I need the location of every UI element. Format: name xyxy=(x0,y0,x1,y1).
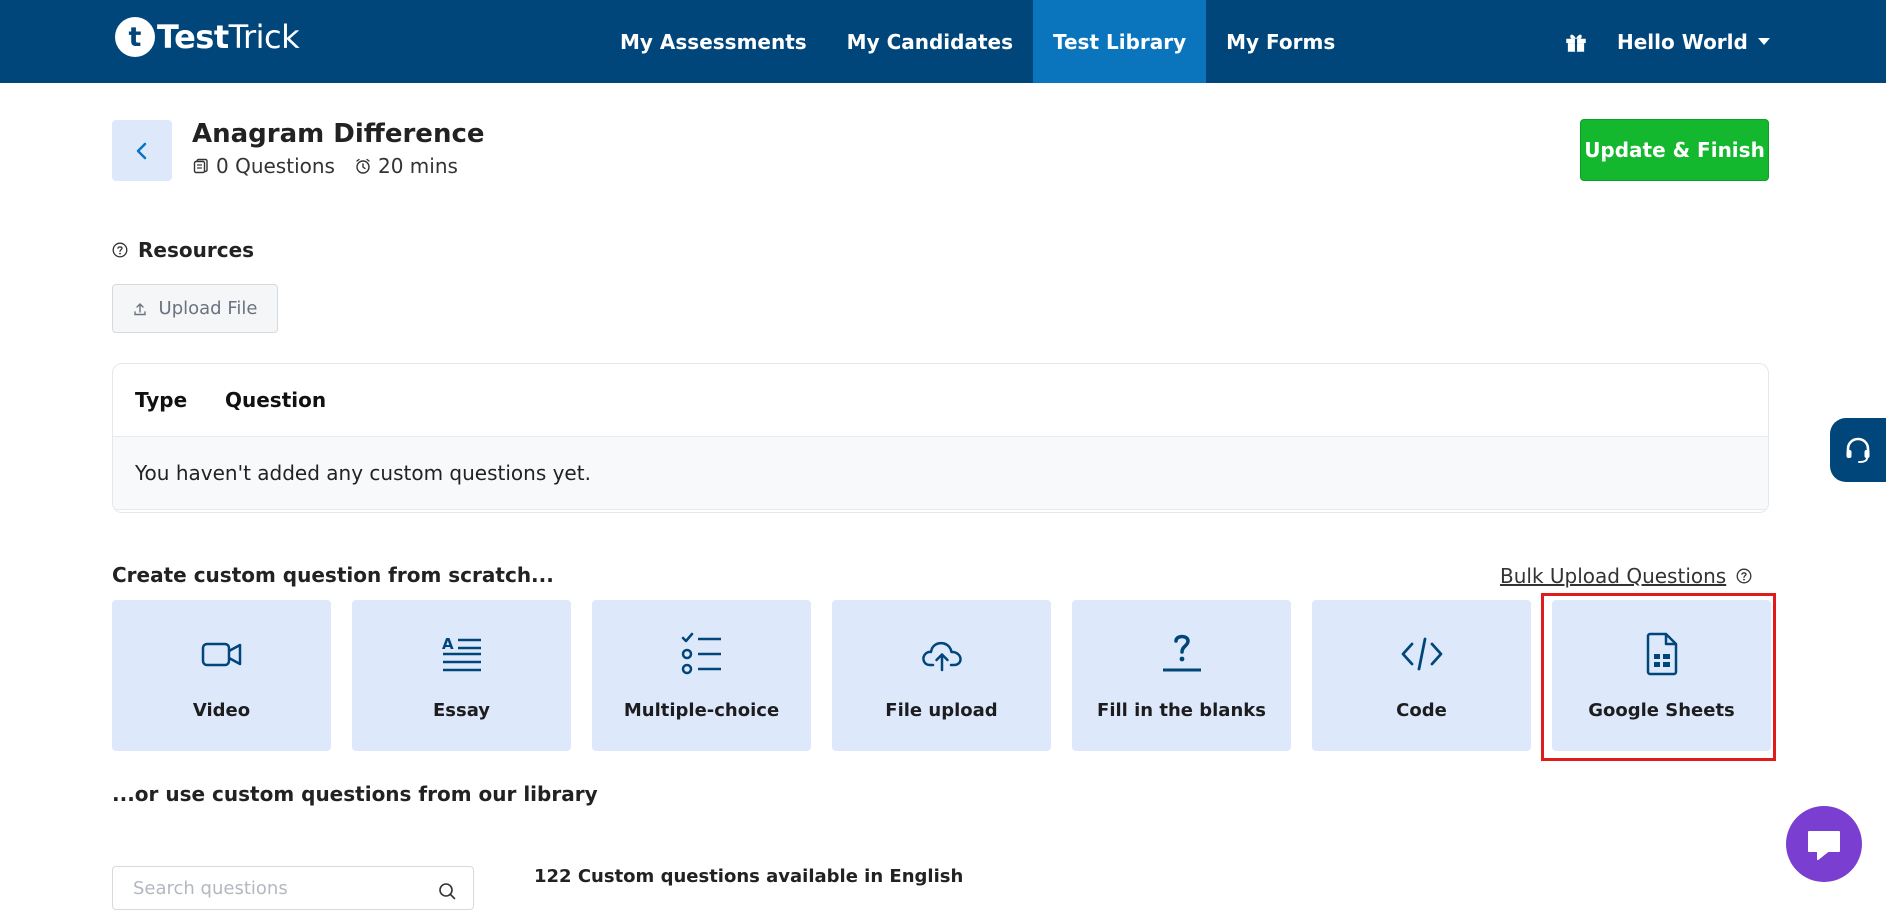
nav-right: Hello World xyxy=(1563,0,1770,83)
gift-icon[interactable] xyxy=(1563,29,1589,55)
chat-button[interactable] xyxy=(1786,806,1862,882)
essay-icon: A xyxy=(442,635,481,672)
headset-icon xyxy=(1846,437,1870,463)
column-question: Question xyxy=(225,388,327,412)
card-file-upload[interactable]: File upload xyxy=(832,600,1051,751)
user-menu[interactable]: Hello World xyxy=(1617,30,1770,54)
upload-icon xyxy=(133,302,146,315)
card-google-sheets[interactable]: Google Sheets xyxy=(1552,600,1771,751)
card-label: Google Sheets xyxy=(1588,700,1735,721)
table-header: Type Question xyxy=(113,364,1768,437)
page-title: Anagram Difference xyxy=(192,119,485,149)
resources-title: Resources xyxy=(138,238,255,262)
logo-badge: t xyxy=(115,17,155,57)
card-label: Code xyxy=(1396,700,1447,721)
card-label: File upload xyxy=(885,700,998,721)
user-name: Hello World xyxy=(1617,29,1748,54)
help-circle-icon[interactable] xyxy=(1736,568,1752,584)
card-multiple-choice[interactable]: Multiple-choice xyxy=(592,600,811,751)
empty-row: You haven't added any custom questions y… xyxy=(113,437,1768,510)
cloud-upload-icon xyxy=(921,641,962,672)
questions-table: Type Question You haven't added any cust… xyxy=(112,363,1769,513)
bulk-upload-label[interactable]: Bulk Upload Questions xyxy=(1500,564,1726,588)
upload-file-button[interactable]: Upload File xyxy=(112,284,278,333)
svg-text:A: A xyxy=(442,635,454,653)
card-video[interactable]: Video xyxy=(112,600,331,751)
multiple-choice-icon xyxy=(681,632,721,675)
upload-file-label: Upload File xyxy=(158,298,258,319)
update-finish-button[interactable]: Update & Finish xyxy=(1580,119,1769,181)
code-icon xyxy=(1401,637,1442,671)
search-questions-input[interactable] xyxy=(112,866,474,910)
test-meta: 0 Questions 20 mins xyxy=(193,154,458,178)
card-label: Essay xyxy=(432,700,491,721)
test-duration: 20 mins xyxy=(377,154,458,178)
fill-blank-icon xyxy=(1162,634,1201,672)
search-icon[interactable] xyxy=(438,882,456,900)
questions-icon xyxy=(193,158,208,174)
support-tab[interactable] xyxy=(1830,418,1886,482)
nav-links: My Assessments My Candidates Test Librar… xyxy=(600,0,1355,83)
bulk-upload-link[interactable]: Bulk Upload Questions xyxy=(1500,564,1752,588)
card-fill-in-the-blanks[interactable]: Fill in the blanks xyxy=(1072,600,1291,751)
question-type-cards: Video A Essay Multiple-choice File uploa… xyxy=(112,600,1771,751)
top-navbar: t TestTrick My Assessments My Candidates… xyxy=(0,0,1886,83)
nav-my-forms[interactable]: My Forms xyxy=(1206,0,1355,83)
nav-my-candidates[interactable]: My Candidates xyxy=(827,0,1033,83)
column-type: Type xyxy=(135,388,188,412)
card-label: Multiple-choice xyxy=(623,700,780,721)
library-count: 122 Custom questions available in Englis… xyxy=(534,866,964,887)
question-count: 0 Questions xyxy=(216,154,335,178)
video-icon xyxy=(201,642,241,667)
testtrick-logo[interactable]: t TestTrick xyxy=(115,17,300,57)
spreadsheet-icon xyxy=(1646,632,1677,676)
create-heading: Create custom question from scratch... xyxy=(112,563,554,587)
library-heading: ...or use custom questions from our libr… xyxy=(112,782,598,806)
logo-text: TestTrick xyxy=(157,18,300,56)
nav-my-assessments[interactable]: My Assessments xyxy=(600,0,827,83)
clock-icon xyxy=(356,158,370,174)
chevron-left-icon xyxy=(136,142,147,159)
resources-heading: Resources xyxy=(112,238,254,262)
card-essay[interactable]: A Essay xyxy=(352,600,571,751)
help-circle-icon[interactable] xyxy=(112,242,128,258)
card-code[interactable]: Code xyxy=(1312,600,1531,751)
card-label: Video xyxy=(192,700,251,721)
back-button[interactable] xyxy=(112,120,172,181)
chat-icon xyxy=(1808,831,1840,860)
nav-test-library[interactable]: Test Library xyxy=(1033,0,1207,83)
card-label: Fill in the blanks xyxy=(1097,700,1266,721)
caret-down-icon xyxy=(1757,38,1770,45)
